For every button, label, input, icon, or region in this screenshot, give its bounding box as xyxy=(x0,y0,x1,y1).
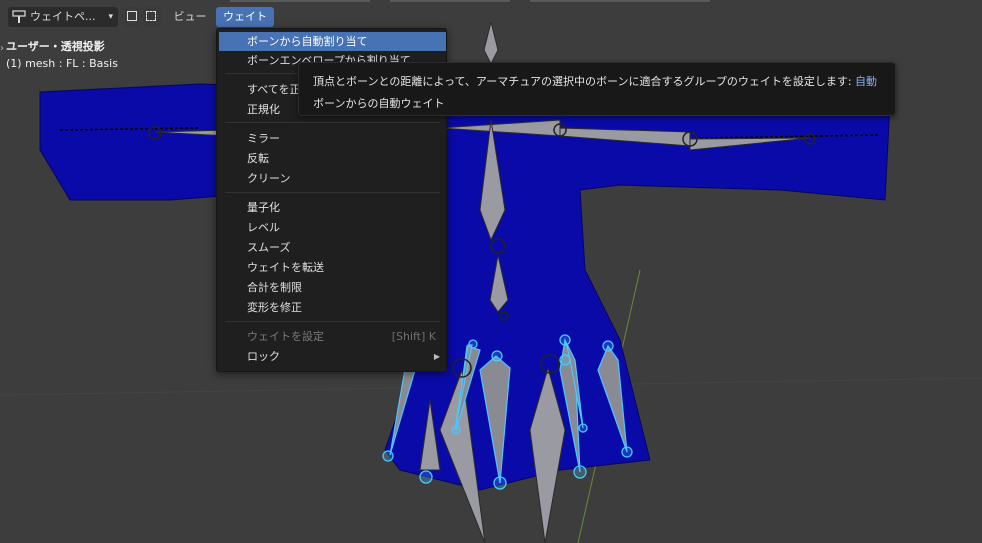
tooltip: 頂点とボーンとの距離によって、アーマチュアの選択中のボーンに適合するグループのウ… xyxy=(298,62,896,116)
mask-toggle-vertex[interactable] xyxy=(143,7,161,27)
header-strip xyxy=(390,0,510,2)
tooltip-text: 頂点とボーンとの距離によって、アーマチュアの選択中のボーンに適合するグループのウ… xyxy=(313,75,852,88)
object-info: (1) mesh : FL : Basis xyxy=(6,57,118,70)
menu-separator xyxy=(225,122,440,123)
mode-label: ウェイトペ... xyxy=(30,10,96,23)
menu-item-invert[interactable]: 反転 xyxy=(219,149,446,168)
menu-item-mirror[interactable]: ミラー xyxy=(219,129,446,148)
chevron-right-icon[interactable]: › xyxy=(0,40,4,57)
chevron-down-icon: ▾ xyxy=(108,12,113,22)
shortcut-hint: [Shift] K xyxy=(391,330,436,343)
menu-item-auto-from-bones[interactable]: ボーンから自動割り当て xyxy=(219,32,446,51)
menu-weight[interactable]: ウェイト xyxy=(216,7,274,27)
mask-toggle-face[interactable] xyxy=(124,7,140,27)
tooltip-operator-name: ボーンからの自動ウェイト xyxy=(313,97,445,110)
viewport-overlay-text: › ユーザー・透視投影 (1) mesh : FL : Basis xyxy=(0,38,118,72)
menu-item-smooth[interactable]: スムーズ xyxy=(219,238,446,257)
face-mask-icon xyxy=(127,11,137,21)
menu-item-transfer-weights[interactable]: ウェイトを転送 xyxy=(219,258,446,277)
menu-separator xyxy=(225,321,440,322)
menu-item-set-weight: ウェイトを設定 [Shift] K xyxy=(219,327,446,346)
menu-view[interactable]: ビュー xyxy=(168,7,212,27)
weight-paint-mode-icon xyxy=(12,10,26,23)
view-title: ユーザー・透視投影 xyxy=(6,40,105,53)
menu-item-lock[interactable]: ロック ▶ xyxy=(219,347,446,366)
tooltip-description: 頂点とボーンとの距離によって、アーマチュアの選択中のボーンに適合するグループのウ… xyxy=(313,73,877,89)
header-strip xyxy=(230,0,370,2)
submenu-arrow-icon: ▶ xyxy=(433,352,440,361)
header-strip xyxy=(530,0,710,2)
menu-item-clean[interactable]: クリーン xyxy=(219,169,446,188)
vertex-mask-icon xyxy=(146,11,156,21)
menu-item-label: ウェイトを設定 xyxy=(247,330,324,343)
menu-separator xyxy=(225,192,440,193)
menu-item-limit-total[interactable]: 合計を制限 xyxy=(219,278,446,297)
viewport-header: ウェイトペ... ▾ ビュー ウェイト xyxy=(0,0,982,32)
tooltip-highlight: 自動 xyxy=(855,75,878,88)
menu-item-fix-deforms[interactable]: 変形を修正 xyxy=(219,298,446,317)
menu-item-levels[interactable]: レベル xyxy=(219,218,446,237)
menu-item-label: ロック xyxy=(247,350,280,363)
mode-select[interactable]: ウェイトペ... ▾ xyxy=(8,7,118,27)
menu-item-quantize[interactable]: 量子化 xyxy=(219,198,446,217)
